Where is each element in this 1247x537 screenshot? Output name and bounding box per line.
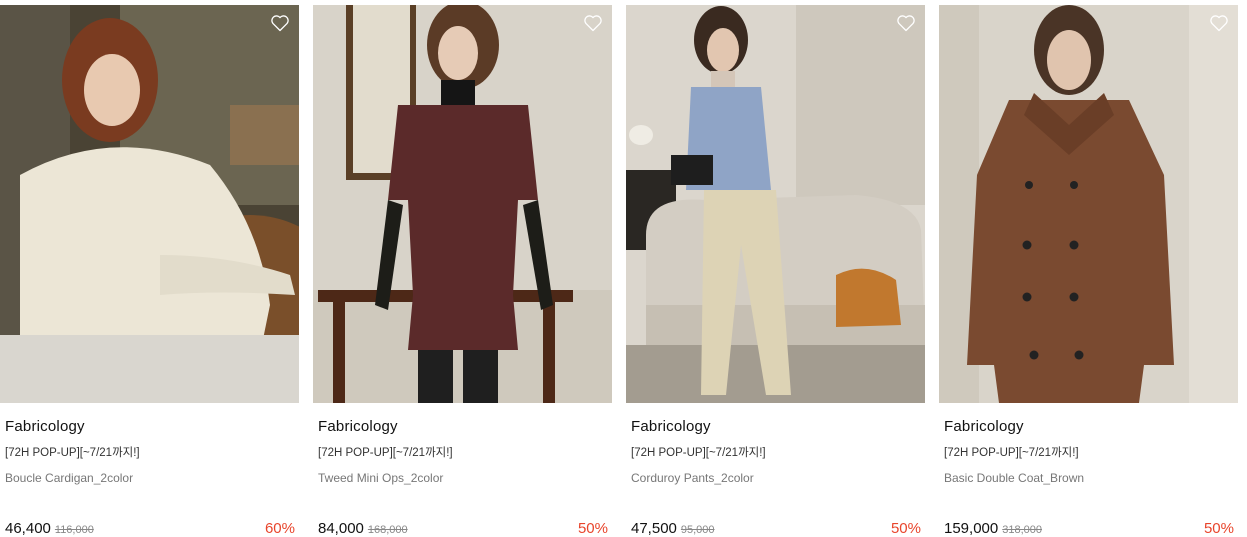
original-price: 116,000 xyxy=(54,524,94,536)
price-row: 47,500 95,000 xyxy=(631,520,715,537)
sale-price: 159,000 xyxy=(944,520,999,537)
promo-tag: [72H POP-UP][~7/21까지!] xyxy=(631,447,766,459)
sale-price: 46,400 xyxy=(5,520,51,537)
tweed-dress-photo xyxy=(313,5,612,403)
product-card[interactable]: Fabricology [72H POP-UP][~7/21까지!] Tweed… xyxy=(313,5,612,537)
product-card[interactable]: Fabricology [72H POP-UP][~7/21까지!] Cordu… xyxy=(626,5,925,537)
product-name[interactable]: Boucle Cardigan_2color xyxy=(5,471,133,485)
product-image[interactable] xyxy=(626,5,925,403)
product-grid: Fabricology [72H POP-UP][~7/21까지!] Boucl… xyxy=(0,0,1247,537)
product-name[interactable]: Basic Double Coat_Brown xyxy=(944,471,1084,485)
promo-tag: [72H POP-UP][~7/21까지!] xyxy=(5,447,140,459)
product-image[interactable] xyxy=(313,5,612,403)
brand-name[interactable]: Fabricology xyxy=(944,418,1024,435)
brand-name[interactable]: Fabricology xyxy=(5,418,85,435)
discount-rate: 50% xyxy=(577,520,608,537)
brand-name[interactable]: Fabricology xyxy=(318,418,398,435)
original-price: 318,000 xyxy=(1002,524,1042,536)
price-row: 159,000 318,000 xyxy=(944,520,1042,537)
discount-rate: 60% xyxy=(264,520,295,537)
promo-tag: [72H POP-UP][~7/21까지!] xyxy=(318,447,453,459)
product-image[interactable] xyxy=(939,5,1238,403)
heart-outline-icon[interactable] xyxy=(583,13,603,33)
sale-price: 47,500 xyxy=(631,520,677,537)
heart-outline-icon[interactable] xyxy=(1209,13,1229,33)
product-image[interactable] xyxy=(0,5,299,403)
product-name[interactable]: Corduroy Pants_2color xyxy=(631,471,754,485)
discount-rate: 50% xyxy=(890,520,921,537)
promo-tag: [72H POP-UP][~7/21까지!] xyxy=(944,447,1079,459)
corduroy-pants-photo xyxy=(626,5,925,403)
brand-name[interactable]: Fabricology xyxy=(631,418,711,435)
original-price: 168,000 xyxy=(367,524,408,536)
product-name[interactable]: Tweed Mini Ops_2color xyxy=(318,471,443,485)
heart-outline-icon[interactable] xyxy=(896,13,916,33)
sale-price: 84,000 xyxy=(318,520,364,537)
original-price: 95,000 xyxy=(680,524,715,536)
price-row: 46,400 116,000 xyxy=(5,520,94,537)
product-card[interactable]: Fabricology [72H POP-UP][~7/21까지!] Basic… xyxy=(939,5,1238,537)
product-card[interactable]: Fabricology [72H POP-UP][~7/21까지!] Boucl… xyxy=(0,5,299,537)
price-row: 84,000 168,000 xyxy=(318,520,408,537)
boucle-cardigan-photo xyxy=(0,5,299,403)
discount-rate: 50% xyxy=(1203,520,1234,537)
double-coat-photo xyxy=(939,5,1238,403)
heart-outline-icon[interactable] xyxy=(270,13,290,33)
